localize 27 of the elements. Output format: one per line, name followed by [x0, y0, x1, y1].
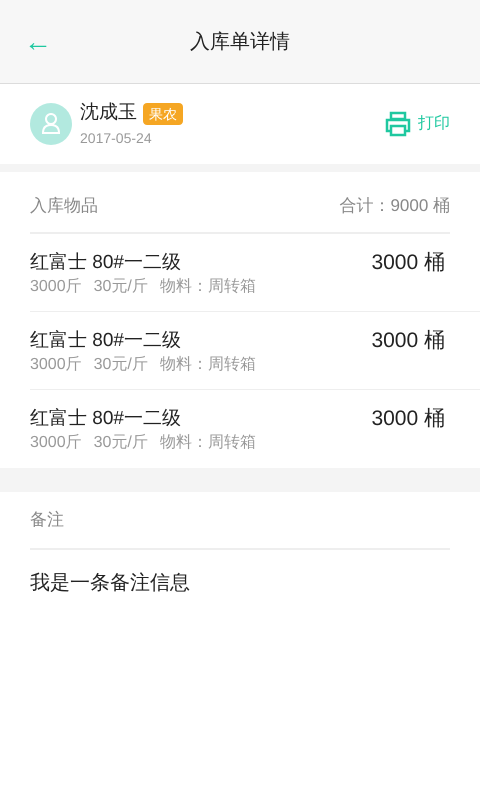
notes-text: 我是一条备注信息	[30, 572, 190, 594]
item-name: 红富士 80#一二级	[30, 407, 182, 431]
date-text: 2017-05-24	[80, 128, 153, 148]
item-detail: 3000斤	[30, 354, 82, 375]
section-title: 入库物品	[30, 195, 98, 218]
item-detail: 30元/斤	[94, 354, 148, 375]
total-text: 合计：9000 桶	[339, 195, 450, 218]
print-button[interactable]: 打印	[384, 111, 450, 137]
item-detail: 3000斤	[30, 276, 82, 297]
item-quantity: 3000 桶	[371, 406, 445, 432]
page-title: 入库单详情	[190, 30, 290, 54]
item-detail: 物料：周转箱	[160, 432, 256, 453]
item-quantity: 3000 桶	[371, 328, 445, 354]
item-detail: 3000斤	[30, 432, 82, 453]
item-name: 红富士 80#一二级	[30, 251, 182, 275]
printer-icon	[384, 111, 412, 137]
item-detail: 物料：周转箱	[160, 276, 256, 297]
avatar-icon	[30, 103, 72, 145]
item-name: 红富士 80#一二级	[30, 329, 182, 353]
item-detail: 30元/斤	[94, 432, 148, 453]
role-tag: 果农	[143, 102, 183, 124]
back-button[interactable]: ←	[24, 28, 52, 56]
item-quantity: 3000 桶	[371, 250, 445, 276]
notes-title: 备注	[30, 509, 64, 532]
user-name: 沈成玉	[80, 101, 137, 126]
item-detail: 30元/斤	[94, 276, 148, 297]
item-detail: 物料：周转箱	[160, 354, 256, 375]
